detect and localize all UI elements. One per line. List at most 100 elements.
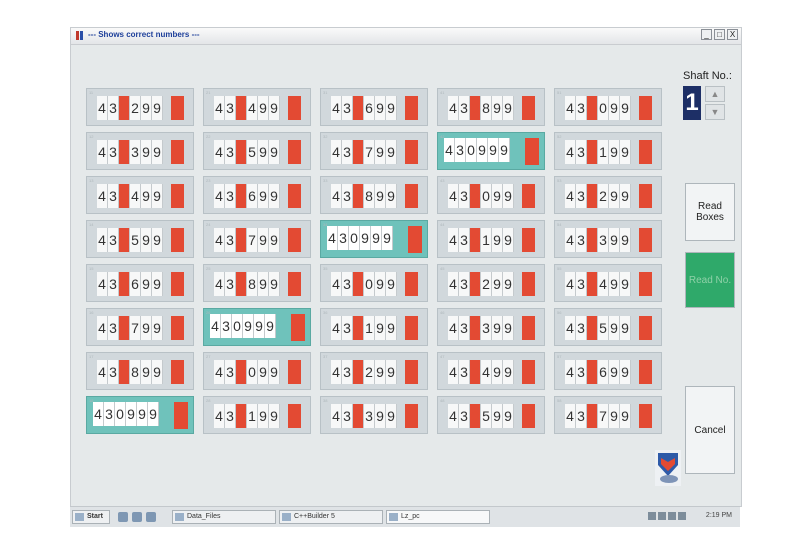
- digit: 4: [214, 404, 225, 428]
- digit: 0: [349, 226, 360, 250]
- status-marker: [288, 272, 301, 296]
- digit-strip: 430599: [448, 404, 514, 428]
- number-box[interactable]: 57 4 3 0 6 9 9: [554, 352, 662, 390]
- digit: 0: [353, 184, 364, 208]
- number-box[interactable]: 51 4 3 0 0 9 9: [554, 88, 662, 126]
- number-box[interactable]: 28 4 3 0 1 9 9: [203, 396, 311, 434]
- number-box[interactable]: 26 4 3 0 9 9 9: [203, 308, 311, 346]
- number-box[interactable]: 17 4 3 0 8 9 9: [86, 352, 194, 390]
- digit: 9: [258, 404, 269, 428]
- digit: 0: [353, 404, 364, 428]
- digit: 9: [258, 96, 269, 120]
- digit: 9: [141, 316, 152, 340]
- digit: 9: [620, 316, 631, 340]
- digit: 8: [247, 272, 258, 296]
- box-index: 14: [89, 222, 94, 227]
- box-index: 11: [89, 90, 94, 95]
- box-index: 22: [206, 134, 211, 139]
- number-box[interactable]: 18 4 3 0 9 9 9: [86, 396, 194, 434]
- number-box[interactable]: 31 4 3 0 6 9 9: [320, 88, 428, 126]
- digit: 0: [236, 96, 247, 120]
- number-box[interactable]: 34 4 3 0 9 9 9: [320, 220, 428, 258]
- status-marker: [171, 228, 184, 252]
- number-box[interactable]: 16 4 3 0 7 9 9: [86, 308, 194, 346]
- desktop-icon[interactable]: [118, 512, 128, 522]
- digit: 9: [503, 96, 514, 120]
- number-box[interactable]: 14 4 3 0 5 9 9: [86, 220, 194, 258]
- digit: 9: [620, 404, 631, 428]
- digit: 1: [481, 228, 492, 252]
- box-index: 21: [206, 90, 211, 95]
- number-box[interactable]: 32 4 3 0 7 9 9: [320, 132, 428, 170]
- number-box[interactable]: 48 4 3 0 5 9 9: [437, 396, 545, 434]
- number-box[interactable]: 54 4 3 0 3 9 9: [554, 220, 662, 258]
- shaft-down-arrow-icon[interactable]: ▼: [705, 104, 725, 120]
- digit: 9: [375, 272, 386, 296]
- maximize-button[interactable]: □: [714, 29, 725, 40]
- number-box[interactable]: 35 4 3 0 0 9 9: [320, 264, 428, 302]
- minimize-button[interactable]: _: [701, 29, 712, 40]
- number-box[interactable]: 56 4 3 0 5 9 9: [554, 308, 662, 346]
- digit: 9: [269, 272, 280, 296]
- number-box[interactable]: 33 4 3 0 8 9 9: [320, 176, 428, 214]
- number-box[interactable]: 27 4 3 0 0 9 9: [203, 352, 311, 390]
- digit: 4: [481, 360, 492, 384]
- number-box[interactable]: 47 4 3 0 4 9 9: [437, 352, 545, 390]
- read-no-button[interactable]: Read No.: [685, 252, 735, 308]
- number-box[interactable]: 37 4 3 0 2 9 9: [320, 352, 428, 390]
- taskbar-item-cpp-builder[interactable]: C++Builder 5: [279, 510, 383, 524]
- digit: 3: [459, 272, 470, 296]
- digit: 9: [609, 228, 620, 252]
- taskbar-item-data-files[interactable]: Data_Files: [172, 510, 276, 524]
- shaft-up-arrow-icon[interactable]: ▲: [705, 86, 725, 102]
- digit: 4: [331, 316, 342, 340]
- number-box[interactable]: 25 4 3 0 8 9 9: [203, 264, 311, 302]
- start-button[interactable]: Start: [72, 510, 110, 524]
- number-box[interactable]: 24 4 3 0 7 9 9: [203, 220, 311, 258]
- status-marker: [171, 316, 184, 340]
- digit: 4: [327, 226, 338, 250]
- digit: 0: [470, 96, 481, 120]
- number-box[interactable]: 38 4 3 0 3 9 9: [320, 396, 428, 434]
- network-icon[interactable]: [648, 512, 656, 520]
- number-box[interactable]: 43 4 3 0 0 9 9: [437, 176, 545, 214]
- close-button[interactable]: X: [727, 29, 738, 40]
- digit: 9: [254, 314, 265, 338]
- digit: 3: [459, 316, 470, 340]
- digit: 0: [587, 272, 598, 296]
- number-box[interactable]: 41 4 3 0 8 9 9: [437, 88, 545, 126]
- shaft-number-value[interactable]: 1: [683, 86, 701, 120]
- cancel-button[interactable]: Cancel: [685, 386, 735, 474]
- number-box[interactable]: 12 4 3 0 3 9 9: [86, 132, 194, 170]
- volume-icon[interactable]: [658, 512, 666, 520]
- number-box[interactable]: 53 4 3 0 2 9 9: [554, 176, 662, 214]
- digit: 0: [587, 184, 598, 208]
- browser-icon[interactable]: [132, 512, 142, 522]
- number-box[interactable]: 23 4 3 0 6 9 9: [203, 176, 311, 214]
- digit: 4: [565, 96, 576, 120]
- number-box[interactable]: 11 4 3 0 2 9 9: [86, 88, 194, 126]
- explorer-icon[interactable]: [146, 512, 156, 522]
- digit: 0: [119, 272, 130, 296]
- number-box[interactable]: 44 4 3 0 1 9 9: [437, 220, 545, 258]
- number-box[interactable]: 36 4 3 0 1 9 9: [320, 308, 428, 346]
- number-box[interactable]: 13 4 3 0 4 9 9: [86, 176, 194, 214]
- update-icon[interactable]: [678, 512, 686, 520]
- number-box[interactable]: 15 4 3 0 6 9 9: [86, 264, 194, 302]
- number-box[interactable]: 52 4 3 0 1 9 9: [554, 132, 662, 170]
- number-box[interactable]: 55 4 3 0 4 9 9: [554, 264, 662, 302]
- number-box[interactable]: 21 4 3 0 4 9 9: [203, 88, 311, 126]
- digit: 9: [371, 226, 382, 250]
- title-bar[interactable]: --- Shows correct numbers --- _ □ X: [71, 28, 741, 45]
- security-icon[interactable]: [668, 512, 676, 520]
- digit-strip: 430599: [214, 140, 280, 164]
- number-box[interactable]: 46 4 3 0 3 9 9: [437, 308, 545, 346]
- number-box[interactable]: 45 4 3 0 2 9 9: [437, 264, 545, 302]
- digit: 0: [247, 360, 258, 384]
- number-box[interactable]: 58 4 3 0 7 9 9: [554, 396, 662, 434]
- box-index: 51: [557, 90, 562, 95]
- number-box[interactable]: 22 4 3 0 5 9 9: [203, 132, 311, 170]
- read-boxes-button[interactable]: Read Boxes: [685, 183, 735, 241]
- taskbar-item-lz-pc[interactable]: Lz_pc: [386, 510, 490, 524]
- number-box[interactable]: 42 4 3 0 9 9 9: [437, 132, 545, 170]
